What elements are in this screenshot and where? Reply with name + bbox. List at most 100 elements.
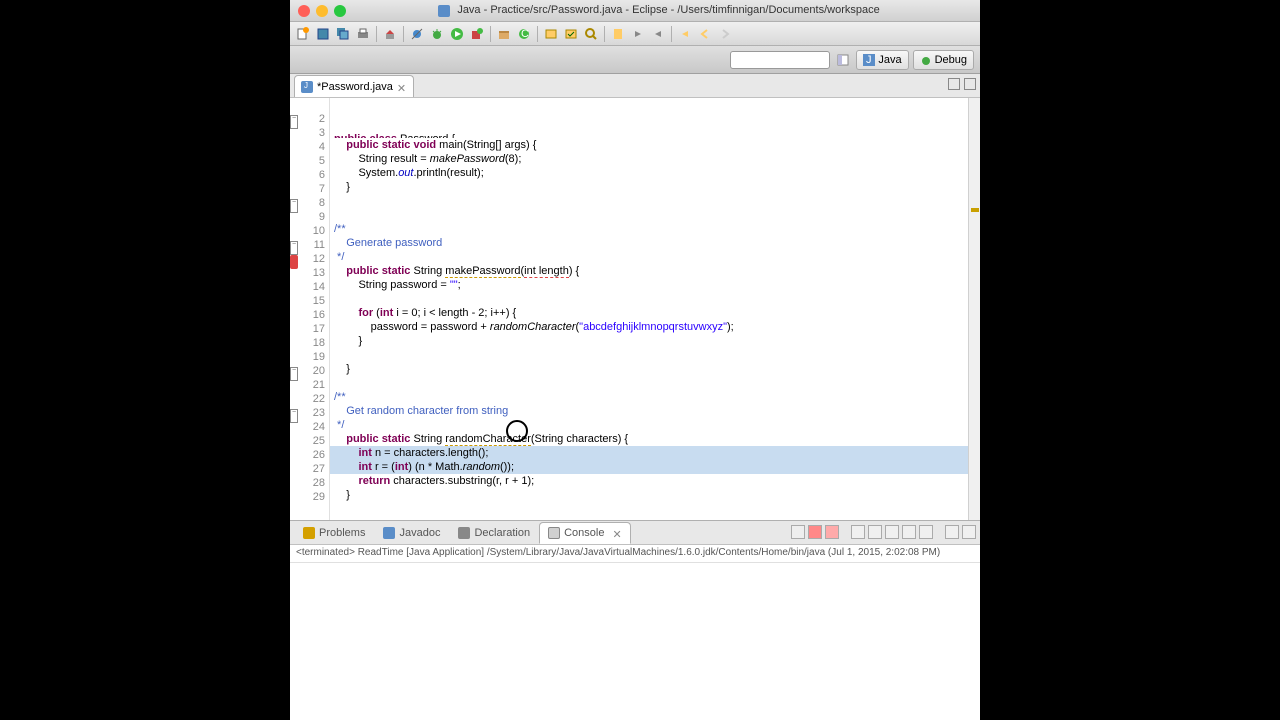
code-line[interactable]: Generate password <box>330 236 968 250</box>
declaration-icon <box>458 527 470 539</box>
remove-launch-button[interactable] <box>808 525 822 539</box>
nav-forward-button[interactable] <box>716 25 734 43</box>
code-line[interactable]: String password = ""; <box>330 278 968 292</box>
code-line[interactable] <box>330 208 968 222</box>
declaration-tab[interactable]: Declaration <box>449 522 539 544</box>
code-line[interactable]: int n = characters.length(); <box>330 446 968 460</box>
java-perspective-button[interactable]: JJava <box>856 50 908 70</box>
save-button[interactable] <box>314 25 332 43</box>
debug-perspective-button[interactable]: Debug <box>913 50 974 70</box>
new-class-button[interactable]: C <box>515 25 533 43</box>
remove-all-button[interactable] <box>825 525 839 539</box>
display-console-button[interactable] <box>902 525 916 539</box>
code-editor[interactable]: −−−−− 1234567891011121314151617181920212… <box>290 98 980 520</box>
editor-area: *Password.java ✕ −−−−− 12345678910111213… <box>290 74 980 520</box>
titlebar: Java - Practice/src/Password.java - Ecli… <box>290 0 980 22</box>
main-toolbar: C <box>290 22 980 46</box>
quick-access-input[interactable] <box>730 51 830 69</box>
toggle-mark-button[interactable] <box>609 25 627 43</box>
code-line[interactable]: Get random character from string <box>330 404 968 418</box>
code-line[interactable]: */ <box>330 250 968 264</box>
console-icon <box>548 527 560 539</box>
code-line[interactable]: /** <box>330 222 968 236</box>
code-line[interactable]: System.out.println(result); <box>330 166 968 180</box>
svg-text:J: J <box>866 54 872 66</box>
code-line[interactable]: password = password + randomCharacter("a… <box>330 320 968 334</box>
java-file-icon <box>301 81 313 93</box>
bottom-panel: Problems Javadoc Declaration Console✕ <t… <box>290 520 980 720</box>
next-annotation-button[interactable] <box>629 25 647 43</box>
code-line[interactable]: /** <box>330 390 968 404</box>
console-output[interactable] <box>290 563 980 720</box>
code-line[interactable]: int r = (int) (n * Math.random()); <box>330 460 968 474</box>
save-all-button[interactable] <box>334 25 352 43</box>
skip-breakpoints-button[interactable] <box>408 25 426 43</box>
line-number-gutter[interactable]: 1234567891011121314151617181920212223242… <box>300 98 330 520</box>
minimize-view-button[interactable] <box>948 78 960 90</box>
code-line[interactable]: } <box>330 362 968 376</box>
open-task-button[interactable] <box>562 25 580 43</box>
run-external-button[interactable] <box>468 25 486 43</box>
code-line[interactable]: String result = makePassword(8); <box>330 152 968 166</box>
close-window-button[interactable] <box>298 5 310 17</box>
minimize-window-button[interactable] <box>316 5 328 17</box>
code-line[interactable] <box>330 376 968 390</box>
clear-console-button[interactable] <box>851 525 865 539</box>
maximize-view-button[interactable] <box>964 78 976 90</box>
new-package-button[interactable] <box>495 25 513 43</box>
code-content[interactable]: public class Password { public static vo… <box>330 98 968 520</box>
code-line[interactable]: */ <box>330 418 968 432</box>
perspective-toolbar: JJava Debug <box>290 46 980 74</box>
code-line[interactable] <box>330 348 968 362</box>
svg-text:C: C <box>521 28 529 40</box>
open-console-button[interactable] <box>919 525 933 539</box>
print-button[interactable] <box>354 25 372 43</box>
console-status: <terminated> ReadTime [Java Application]… <box>290 545 980 563</box>
build-button[interactable] <box>381 25 399 43</box>
marker-ruler[interactable]: −−−−− <box>290 98 300 520</box>
code-line[interactable]: } <box>330 488 968 502</box>
code-line[interactable]: return characters.substring(r, r + 1); <box>330 474 968 488</box>
code-line[interactable] <box>330 194 968 208</box>
problems-tab[interactable]: Problems <box>294 522 374 544</box>
scroll-lock-button[interactable] <box>868 525 882 539</box>
pin-console-button[interactable] <box>885 525 899 539</box>
window-controls <box>298 5 346 17</box>
problems-icon <box>303 527 315 539</box>
javadoc-tab[interactable]: Javadoc <box>374 522 449 544</box>
console-tab[interactable]: Console✕ <box>539 522 631 544</box>
nav-back-button[interactable] <box>696 25 714 43</box>
prev-annotation-button[interactable] <box>649 25 667 43</box>
terminate-button[interactable] <box>791 525 805 539</box>
open-perspective-button[interactable] <box>834 51 852 69</box>
code-line[interactable]: } <box>330 180 968 194</box>
code-line[interactable] <box>330 502 968 516</box>
editor-tab-password[interactable]: *Password.java ✕ <box>294 75 414 97</box>
java-file-icon <box>438 5 450 17</box>
warning-marker[interactable] <box>971 208 979 212</box>
run-button[interactable] <box>448 25 466 43</box>
code-line[interactable] <box>330 292 968 306</box>
zoom-window-button[interactable] <box>334 5 346 17</box>
code-line[interactable]: public static void main(String[] args) { <box>330 138 968 152</box>
search-button[interactable] <box>582 25 600 43</box>
eclipse-window: Java - Practice/src/Password.java - Ecli… <box>290 0 980 720</box>
bottom-tab-bar: Problems Javadoc Declaration Console✕ <box>290 521 980 545</box>
overview-ruler[interactable] <box>968 98 980 520</box>
last-edit-button[interactable] <box>676 25 694 43</box>
editor-tab-label: *Password.java <box>317 81 393 93</box>
new-button[interactable] <box>294 25 312 43</box>
window-title: Java - Practice/src/Password.java - Ecli… <box>346 4 972 16</box>
close-console-icon[interactable]: ✕ <box>612 528 622 538</box>
editor-tab-bar: *Password.java ✕ <box>290 74 980 98</box>
open-type-button[interactable] <box>542 25 560 43</box>
minimize-panel-button[interactable] <box>945 525 959 539</box>
close-tab-icon[interactable]: ✕ <box>397 82 407 92</box>
debug-button[interactable] <box>428 25 446 43</box>
code-line[interactable]: public static String randomCharacter(Str… <box>330 432 968 446</box>
code-line[interactable]: public static String makePassword(int le… <box>330 264 968 278</box>
maximize-panel-button[interactable] <box>962 525 976 539</box>
code-line[interactable] <box>330 516 968 520</box>
code-line[interactable]: } <box>330 334 968 348</box>
code-line[interactable]: for (int i = 0; i < length - 2; i++) { <box>330 306 968 320</box>
